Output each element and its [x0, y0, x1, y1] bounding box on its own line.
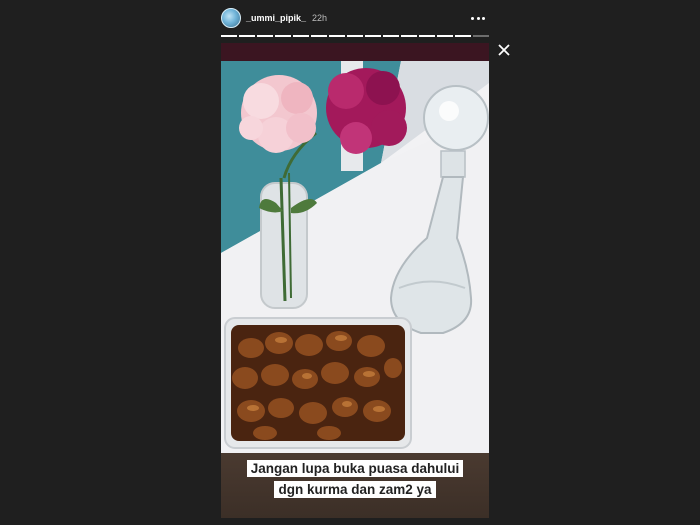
username[interactable]: _ummi_pipik_: [246, 13, 306, 23]
caption-line-1: Jangan lupa buka puasa dahului: [246, 460, 464, 477]
avatar[interactable]: [221, 8, 241, 28]
story-caption: Jangan lupa buka puasa dahului dgn kurma…: [235, 458, 475, 500]
progress-segment: [383, 35, 399, 37]
more-options-icon[interactable]: [471, 11, 485, 25]
progress-segment: [329, 35, 345, 37]
story-photo[interactable]: Jangan lupa buka puasa dahului dgn kurma…: [221, 43, 489, 518]
progress-segment: [347, 35, 363, 37]
close-icon[interactable]: [497, 43, 511, 57]
progress-segment: [239, 35, 255, 37]
story-progress-bar: [221, 35, 489, 37]
progress-segment: [419, 35, 435, 37]
story-header: _ummi_pipik_ 22h: [221, 8, 489, 28]
progress-segment: [221, 35, 237, 37]
progress-segment: [365, 35, 381, 37]
progress-segment: [401, 35, 417, 37]
progress-segment: [275, 35, 291, 37]
caption-line-2: dgn kurma dan zam2 ya: [274, 481, 436, 498]
progress-segment: [311, 35, 327, 37]
progress-segment: [437, 35, 453, 37]
progress-segment: [257, 35, 273, 37]
progress-segment: [293, 35, 309, 37]
photo-illustration: [221, 43, 489, 518]
post-time: 22h: [312, 13, 328, 23]
progress-segment: [455, 35, 471, 37]
progress-segment: [473, 35, 489, 37]
